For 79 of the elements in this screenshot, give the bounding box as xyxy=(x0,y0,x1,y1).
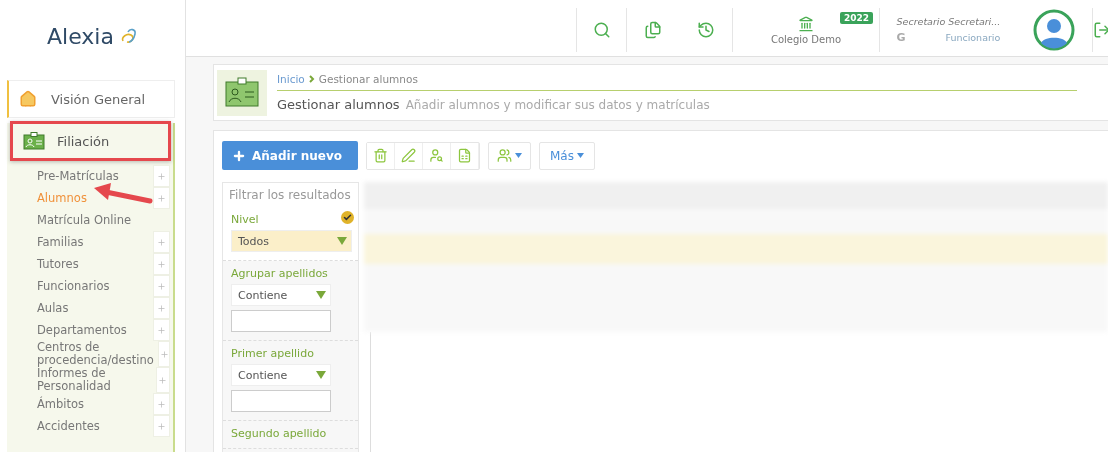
plus-icon xyxy=(158,375,168,385)
menu-item[interactable]: Informes de Personalidad xyxy=(37,367,156,393)
dropdown-triangle-icon xyxy=(337,237,347,245)
logout-icon[interactable] xyxy=(1093,21,1108,39)
input-field[interactable] xyxy=(231,310,331,332)
user-role: Funcionario xyxy=(945,32,1001,43)
more-button[interactable]: Más xyxy=(539,141,595,170)
add-new-button[interactable]: Añadir nuevo xyxy=(222,141,358,170)
add-button[interactable] xyxy=(153,187,170,209)
history-icon[interactable] xyxy=(696,21,715,39)
filter-label: Nivel xyxy=(231,213,260,226)
documents-icon[interactable] xyxy=(644,21,663,39)
menu-item[interactable]: Centros de procedencia/destino xyxy=(37,341,159,367)
menu-item[interactable]: Tutores xyxy=(37,257,79,271)
page-subtitle: Añadir alumnos y modificar sus datos y matrículas xyxy=(405,98,710,112)
operator-select[interactable]: Contiene xyxy=(231,364,331,386)
plus-icon xyxy=(157,237,166,247)
menu-item[interactable]: Departamentos xyxy=(37,323,127,337)
menu-item[interactable]: Funcionarios xyxy=(37,279,110,293)
plus-icon xyxy=(157,421,166,431)
add-button[interactable] xyxy=(153,253,170,275)
filter-label: Segundo apellido xyxy=(231,427,328,440)
plus-icon xyxy=(157,259,166,269)
menu-item[interactable]: Accidentes xyxy=(37,419,100,433)
home-icon xyxy=(19,90,37,108)
filter-label: Primer apellido xyxy=(231,347,315,360)
user-name[interactable]: Secretario Secretari... xyxy=(896,16,1001,27)
filter-label: Agrupar apellidos xyxy=(231,267,329,280)
plus-icon xyxy=(157,171,166,181)
add-button[interactable] xyxy=(153,165,170,187)
caret-icon xyxy=(576,153,584,158)
breadcrumb-current: Gestionar alumnos xyxy=(318,73,418,85)
school-name[interactable]: Colegio Demo xyxy=(770,33,842,45)
plus-icon xyxy=(157,399,166,409)
section-header[interactable]: Filiación xyxy=(10,121,171,161)
caret-icon xyxy=(515,153,522,158)
avatar-icon[interactable] xyxy=(1033,9,1076,51)
people-dropdown-button[interactable] xyxy=(488,141,531,170)
chevron-icon xyxy=(308,75,315,83)
filter-title: Filtrar los resultados xyxy=(223,183,358,207)
plus-icon xyxy=(159,349,169,359)
add-button[interactable] xyxy=(153,231,170,253)
annotation-arrow xyxy=(92,182,154,206)
add-button[interactable] xyxy=(153,393,170,415)
building-icon xyxy=(798,15,814,32)
logo-icon xyxy=(119,27,138,45)
search-icon[interactable] xyxy=(592,21,611,39)
id-card-icon xyxy=(23,132,45,150)
add-button[interactable] xyxy=(155,367,170,393)
add-button[interactable] xyxy=(153,415,170,437)
dropdown-triangle-icon xyxy=(316,291,326,299)
menu-item[interactable]: Aulas xyxy=(37,301,69,315)
menu-item[interactable]: Pre-Matrículas xyxy=(37,169,119,183)
add-button[interactable] xyxy=(153,297,170,319)
id-card-icon xyxy=(217,69,267,116)
operator-select[interactable]: Contiene xyxy=(231,284,331,306)
logo-text: Alexia xyxy=(47,23,114,49)
input-field[interactable] xyxy=(231,390,331,412)
dropdown-triangle-icon xyxy=(316,371,326,379)
trash-icon[interactable] xyxy=(367,142,395,169)
menu-item[interactable]: Matrícula Online xyxy=(37,213,131,227)
page-title: Gestionar alumnos xyxy=(277,97,400,112)
plus-icon xyxy=(157,325,166,335)
add-button[interactable] xyxy=(153,275,170,297)
plus-icon xyxy=(157,303,166,313)
plus-icon xyxy=(232,148,246,163)
menu-item[interactable]: Ámbitos xyxy=(37,397,85,411)
year-badge: 2022 xyxy=(839,12,873,24)
breadcrumb-link[interactable]: Inicio xyxy=(277,73,305,85)
level-select[interactable]: Todos xyxy=(231,230,352,252)
people-icon xyxy=(497,148,512,163)
plus-icon xyxy=(157,281,166,291)
add-button[interactable] xyxy=(153,319,170,341)
user-initial[interactable]: G xyxy=(896,31,906,44)
overview-menu-item[interactable]: Visión General xyxy=(7,80,175,118)
menu-item[interactable]: Alumnos xyxy=(37,191,87,205)
menu-item[interactable]: Familias xyxy=(37,235,84,249)
plus-icon xyxy=(157,193,166,203)
add-button[interactable] xyxy=(158,341,170,367)
